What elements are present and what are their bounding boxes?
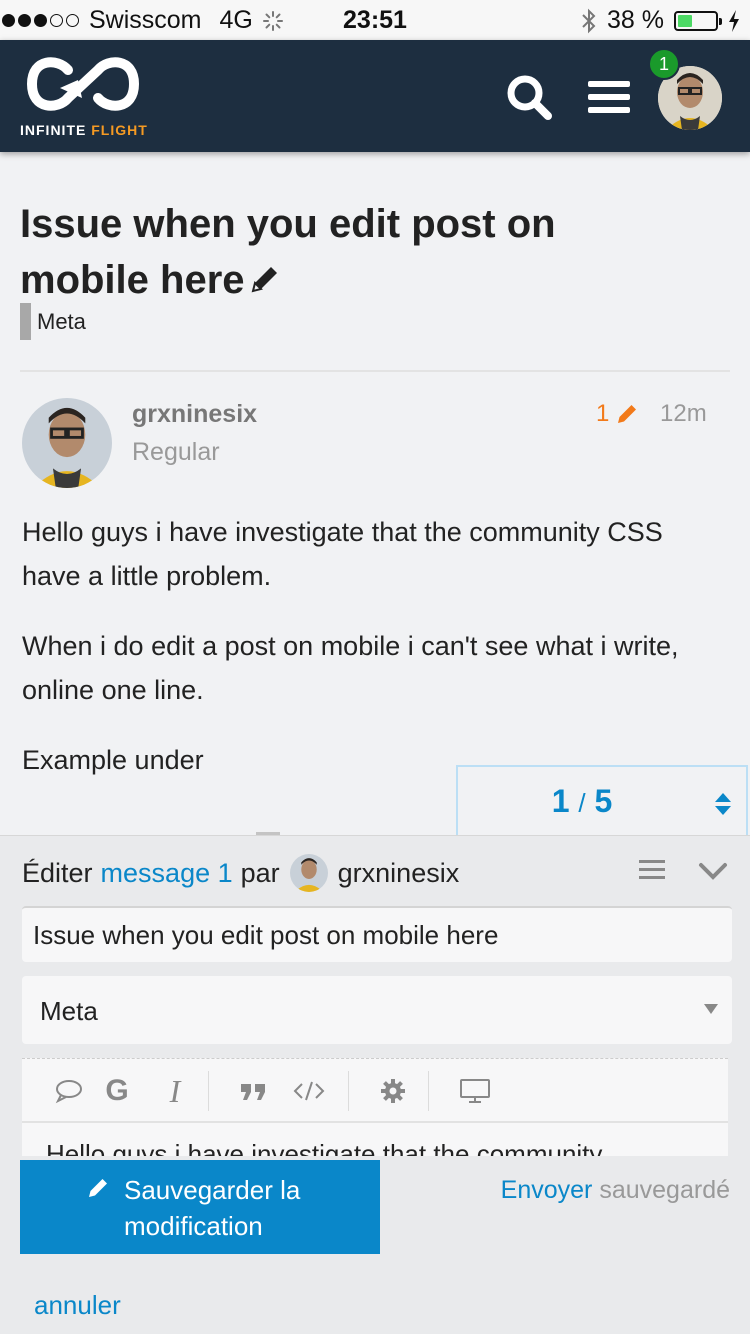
battery-icon (674, 10, 722, 31)
composer-by: par (240, 857, 280, 888)
save-edit-button[interactable]: Sauvegarder la modification (20, 1160, 380, 1254)
gear-icon (381, 1079, 405, 1103)
blockquote-button[interactable] (236, 1073, 270, 1109)
toggle-preview-button[interactable] (456, 1073, 494, 1109)
edit-count: 1 (596, 400, 610, 427)
up-down-arrows-icon (715, 793, 731, 815)
chevron-down-icon (704, 1004, 718, 1014)
hamburger-icon (588, 81, 630, 113)
battery-percent: 38 % (607, 6, 664, 34)
italic-icon: I (169, 1072, 181, 1109)
italic-button[interactable]: I (160, 1073, 190, 1109)
post-paragraph: Hello guys i have investigate that the c… (22, 517, 663, 591)
timeline-position-button[interactable]: 1 / 5 (456, 765, 748, 837)
toolbar-divider (348, 1071, 349, 1111)
edit-title-button[interactable] (249, 254, 281, 310)
post-editor[interactable]: G I Hello guys i have investigate that t… (22, 1058, 728, 1156)
code-icon (293, 1081, 325, 1101)
brand-wordmark: INFINITE FLIGHT (20, 122, 148, 138)
quote-icon (241, 1084, 265, 1100)
infinity-logo-icon (26, 57, 140, 111)
composer-username: grxninesix (337, 857, 460, 888)
edited-post-link[interactable]: message 1 (101, 858, 233, 889)
options-button[interactable] (376, 1073, 410, 1109)
speech-bubble-icon (55, 1080, 82, 1104)
avatar (289, 854, 328, 892)
collapse-composer-button[interactable] (698, 856, 728, 889)
bold-icon: G (105, 1074, 129, 1107)
search-button[interactable] (504, 72, 554, 122)
post-author-avatar[interactable] (22, 398, 112, 488)
pencil-icon (89, 1179, 107, 1197)
composer-header: Éditer message 1 par grxninesix (22, 854, 459, 892)
status-bar: Swisscom 4G 23:51 38 % (0, 0, 750, 40)
post-age[interactable]: 12m (660, 400, 707, 428)
bold-button[interactable]: G (102, 1073, 132, 1109)
quote-reply-button[interactable] (52, 1073, 86, 1109)
page-title: Issue when you edit post on mobile here (20, 196, 640, 310)
saved-label: sauvegardé (599, 1176, 730, 1204)
post-username[interactable]: grxninesix (132, 400, 257, 429)
toolbar-divider (208, 1071, 209, 1111)
search-icon (507, 75, 552, 120)
composer: Éditer message 1 par grxninesix Issue wh… (0, 835, 750, 1334)
composer-options-button[interactable] (638, 856, 666, 889)
title-input[interactable]: Issue when you edit post on mobile here (22, 906, 732, 962)
editor-toolbar: G I (22, 1059, 728, 1123)
charging-bolt-icon (729, 9, 739, 32)
pencil-icon (618, 405, 637, 423)
site-header: INFINITE FLIGHT 1 (0, 40, 750, 152)
save-button-label: Sauvegarder la modification (124, 1175, 301, 1241)
post-paragraph: When i do edit a post on mobile i can't … (22, 631, 679, 705)
pencil-icon (251, 267, 277, 293)
chevron-down-icon (699, 863, 727, 880)
divider (20, 370, 730, 372)
bluetooth-icon (582, 8, 596, 33)
site-logo[interactable]: INFINITE FLIGHT (20, 54, 147, 138)
composer-action: Éditer (22, 857, 93, 888)
toolbar-divider (428, 1071, 429, 1111)
draft-status: Envoyer sauvegardé (501, 1176, 730, 1205)
post-body: Hello guys i have investigate that the c… (22, 510, 702, 808)
topic-title: Issue when you edit post on mobile here (20, 202, 556, 302)
category-select-value: Meta (40, 996, 98, 1026)
hamburger-icon (639, 860, 665, 879)
category-label: Meta (37, 308, 86, 334)
editor-body-text[interactable]: Hello guys i have investigate that the c… (46, 1139, 602, 1156)
post-user-title: Regular (132, 438, 220, 466)
category-badge[interactable]: Meta (20, 303, 86, 340)
category-select[interactable]: Meta (22, 976, 732, 1044)
cancel-link[interactable]: annuler (34, 1290, 121, 1321)
menu-button[interactable] (586, 72, 636, 122)
user-menu-button[interactable]: 1 (648, 48, 722, 130)
category-color-bar (20, 303, 31, 340)
edit-history-button[interactable]: 1 (596, 400, 639, 428)
notification-badge[interactable]: 1 (648, 48, 680, 80)
preview-icon (460, 1079, 490, 1103)
post-actions-peek (30, 822, 390, 836)
code-button[interactable] (292, 1073, 326, 1109)
send-link[interactable]: Envoyer (501, 1176, 593, 1204)
timeline-progress: 1 / 5 (551, 783, 613, 819)
